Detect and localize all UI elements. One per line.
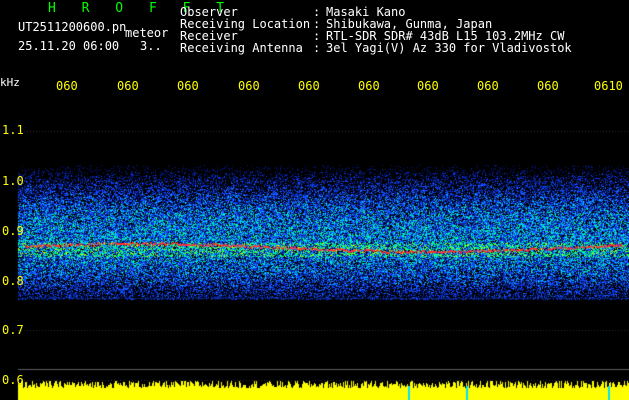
frequency-tick: 1.1	[2, 123, 24, 137]
time-tick: 060	[117, 79, 139, 93]
time-tick: 0610	[594, 79, 623, 93]
antenna-label: Receiving Antenna	[180, 41, 303, 55]
frequency-tick: 0.7	[2, 323, 24, 337]
spectrogram-display	[0, 0, 629, 400]
time-tick: 060	[177, 79, 199, 93]
frequency-tick: 0.9	[2, 224, 24, 238]
frequency-tick: 0.8	[2, 274, 24, 288]
info-separator: :	[313, 41, 321, 55]
time-tick: 060	[537, 79, 559, 93]
count-value: 3..	[140, 39, 162, 53]
time-tick: 060	[417, 79, 439, 93]
frequency-tick: 0.6	[2, 373, 24, 387]
time-tick: 060	[56, 79, 78, 93]
antenna-value: 3el Yagi(V) Az 330 for Vladivostok	[326, 41, 572, 55]
time-tick: 060	[358, 79, 380, 93]
frequency-unit-label: kHz	[0, 76, 20, 89]
timestamp: 25.11.20 06:00	[18, 39, 120, 53]
hrofft-window: H R O F F T UT2511200600.pn meteor 25.11…	[0, 0, 629, 400]
time-tick: 060	[477, 79, 499, 93]
mode-label: meteor	[125, 26, 169, 40]
time-tick: 060	[298, 79, 320, 93]
time-tick: 060	[238, 79, 260, 93]
file-name: UT2511200600.pn	[18, 20, 127, 34]
frequency-tick: 1.0	[2, 174, 24, 188]
